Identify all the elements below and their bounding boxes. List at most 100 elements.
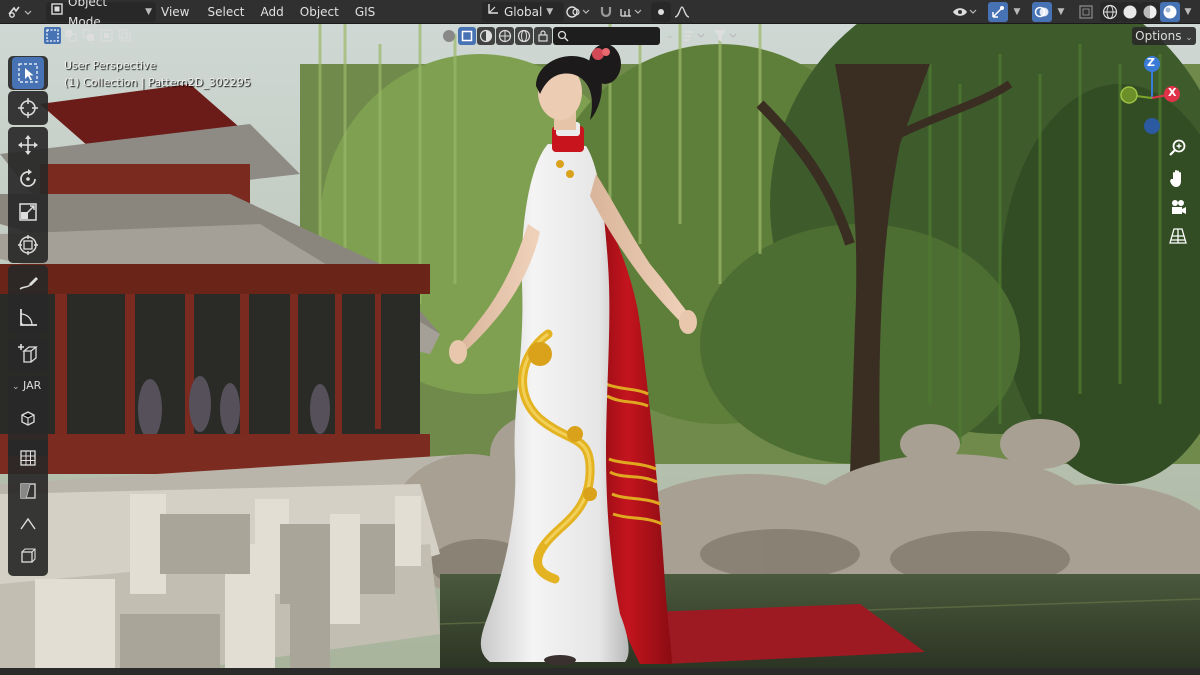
- shading-rendered[interactable]: [1160, 2, 1180, 22]
- gizmo-dropdown[interactable]: ▼: [1010, 2, 1024, 22]
- chevron-down-icon: ⌄: [666, 31, 674, 41]
- proportional-edit-toggle[interactable]: [651, 2, 671, 22]
- menu-gis[interactable]: GIS: [350, 2, 380, 22]
- eye-icon: [953, 8, 977, 16]
- user-lock-icon: [538, 30, 548, 42]
- transform-orientation-dropdown[interactable]: Global ▼: [482, 2, 564, 22]
- overlays-dropdown[interactable]: ▼: [1054, 2, 1068, 22]
- menu-add[interactable]: Add: [256, 2, 289, 22]
- header-bar: Object Mode ▼ View Select Add Object GIS…: [0, 0, 1200, 29]
- editor-type-button[interactable]: [6, 2, 34, 22]
- tool-select-box[interactable]: [12, 57, 44, 89]
- tool-add-cube[interactable]: [12, 338, 44, 370]
- jar-label: JAR: [23, 379, 42, 392]
- jar-panel-header[interactable]: ⌄ JAR: [12, 379, 41, 392]
- tool-scale[interactable]: [12, 196, 44, 228]
- material-ball-icon: [443, 30, 455, 42]
- chevron-down-icon: ▼: [1013, 7, 1021, 17]
- menu-object[interactable]: Object: [295, 2, 344, 22]
- filter-dropdown[interactable]: [712, 27, 740, 45]
- wireframe-sphere-icon: [1102, 4, 1118, 20]
- search-options-dropdown[interactable]: ⌄: [662, 27, 678, 45]
- z-axis-label: Z: [1147, 56, 1155, 69]
- cube-tool-icon: [21, 411, 35, 426]
- ortho-toggle-button[interactable]: [1166, 224, 1190, 248]
- select-intersect-icon: [118, 29, 131, 42]
- rendered-sphere-icon: [1163, 5, 1177, 19]
- options-dropdown[interactable]: Options ⌄: [1132, 27, 1196, 45]
- search-icon: [557, 30, 569, 42]
- toolbar-group-annotate: [8, 265, 48, 335]
- select-mode-new[interactable]: [44, 27, 61, 44]
- shading-dropdown[interactable]: ▼: [1180, 2, 1196, 22]
- select-mode-extend[interactable]: [62, 27, 79, 44]
- falloff-dropdown[interactable]: [672, 2, 692, 22]
- menu-select[interactable]: Select: [202, 2, 249, 22]
- bevel-icon: [20, 517, 36, 530]
- menu-view[interactable]: View: [156, 2, 194, 22]
- tool-bevel[interactable]: [12, 508, 44, 540]
- viewport-info-overlay: User Perspective (1) Collection | Patter…: [64, 57, 251, 91]
- tool-annotate[interactable]: [12, 267, 44, 299]
- cloth-material-toggle[interactable]: [440, 27, 458, 45]
- tool-knife[interactable]: [12, 475, 44, 507]
- search-field[interactable]: [553, 27, 660, 45]
- 3d-viewport[interactable]: ⌄ Options ⌄ User Perspective (1) Collect…: [0, 24, 1200, 668]
- overlays-toggle[interactable]: [1032, 2, 1052, 22]
- sort-dropdown[interactable]: [682, 27, 710, 45]
- chevron-down-icon: ⌄: [12, 382, 20, 392]
- falloff-icon: [674, 6, 690, 18]
- chevron-down-icon: ▼: [145, 7, 152, 17]
- display-mode-user[interactable]: [534, 27, 552, 45]
- select-mode-subtract[interactable]: [80, 27, 97, 44]
- jar-tool-cube[interactable]: [12, 402, 44, 434]
- select-mode-invert[interactable]: [98, 27, 115, 44]
- viewport-editor-icon: [6, 6, 34, 25]
- box-icon: [21, 548, 36, 563]
- display-mode-world[interactable]: [515, 27, 533, 45]
- snap-target-dropdown[interactable]: [618, 2, 646, 22]
- material-sphere-icon: [1143, 5, 1157, 19]
- display-mode-bounds[interactable]: [458, 27, 476, 45]
- pivot-point-button[interactable]: [564, 2, 592, 22]
- half-sphere-icon: [479, 29, 493, 43]
- grid-icon: [20, 450, 36, 466]
- display-mode-textured[interactable]: [496, 27, 514, 45]
- pan-button[interactable]: [1166, 166, 1190, 190]
- tool-measure[interactable]: [12, 301, 44, 333]
- annotate-pencil-icon: [19, 277, 38, 290]
- camera-view-button[interactable]: [1166, 196, 1190, 220]
- orientation-icon: [486, 2, 500, 22]
- shading-wireframe[interactable]: [1100, 2, 1120, 22]
- mode-dropdown[interactable]: Object Mode ▼: [46, 0, 156, 29]
- select-new-icon: [46, 29, 59, 42]
- navigation-gizmo[interactable]: Z X: [1115, 54, 1195, 134]
- move-icon: [18, 135, 38, 155]
- measure-icon: [20, 309, 37, 326]
- solid-sphere-icon: [1123, 5, 1137, 19]
- perspective-label: User Perspective: [64, 59, 157, 72]
- tool-cursor[interactable]: [12, 92, 44, 124]
- tool-rotate[interactable]: [12, 163, 44, 195]
- square-icon: [461, 30, 473, 42]
- proportional-edit-icon: [658, 9, 664, 15]
- tool-box[interactable]: [12, 540, 44, 572]
- view-object-types-dropdown[interactable]: [952, 2, 978, 22]
- rendered-scene: [0, 24, 1200, 668]
- tool-transform[interactable]: [12, 229, 44, 261]
- xray-toggle[interactable]: [1076, 2, 1096, 22]
- select-mode-intersect[interactable]: [116, 27, 133, 44]
- display-mode-solid[interactable]: [477, 27, 495, 45]
- select-subtract-icon: [82, 29, 94, 41]
- shading-solid[interactable]: [1120, 2, 1140, 22]
- shading-material[interactable]: [1140, 2, 1160, 22]
- chevron-down-icon: ⌄: [1185, 33, 1193, 43]
- zoom-button[interactable]: [1166, 136, 1190, 160]
- gizmo-toggle[interactable]: [988, 2, 1008, 22]
- tool-grid[interactable]: [12, 442, 44, 474]
- pivot-icon: [566, 6, 590, 18]
- axis-gizmo-icon: [1120, 56, 1180, 134]
- snap-toggle[interactable]: [596, 2, 616, 22]
- world-icon: [517, 29, 531, 43]
- tool-move[interactable]: [12, 129, 44, 161]
